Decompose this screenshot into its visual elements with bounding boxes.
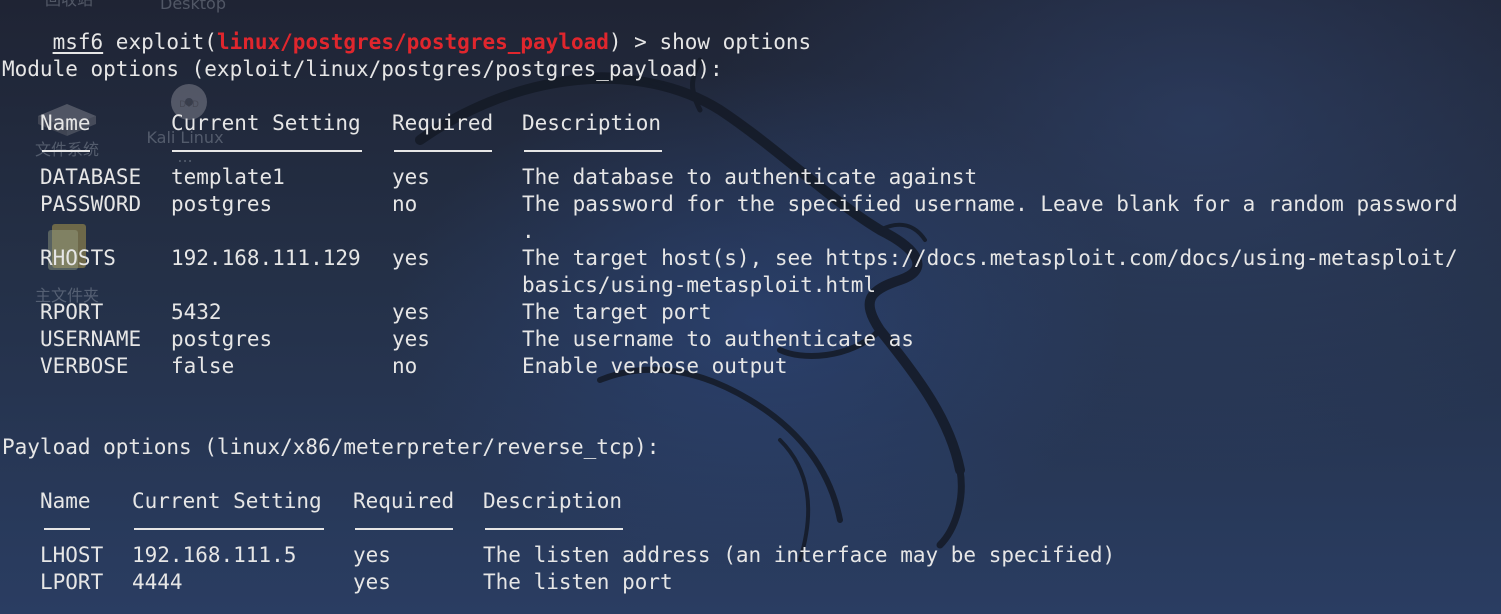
option-name: LPORT <box>40 570 104 594</box>
option-setting: false <box>171 354 235 378</box>
payload-header-rule <box>44 528 90 530</box>
table-row: LHOST 192.168.111.5 yes The listen addre… <box>2 542 1115 569</box>
payload-header-description: Description <box>483 489 623 513</box>
table-row: RPORT 5432 yes The target port <box>2 299 712 326</box>
option-name: LHOST <box>40 543 104 567</box>
option-name: USERNAME <box>40 327 142 351</box>
option-setting: postgres <box>171 192 273 216</box>
module-header-rule <box>394 150 492 152</box>
option-description-wrap: . <box>522 219 535 243</box>
option-required: yes <box>392 246 430 270</box>
module-header-required: Required <box>392 111 494 135</box>
prompt-command: show options <box>659 30 812 54</box>
option-required: yes <box>353 543 391 567</box>
payload-header-rule <box>355 528 453 530</box>
prompt-pre: exploit( <box>103 30 217 54</box>
payload-header-rule <box>485 528 623 530</box>
option-required: no <box>392 354 418 378</box>
option-description: The username to authenticate as <box>522 327 914 351</box>
option-description: The target host(s), see https://docs.met… <box>522 246 1458 270</box>
option-description: The database to authenticate against <box>522 165 978 189</box>
option-setting: postgres <box>171 327 273 351</box>
table-row-continuation: . <box>2 218 535 245</box>
payload-header-required: Required <box>353 489 455 513</box>
option-required: yes <box>392 300 430 324</box>
option-description-wrap: basics/using-metasploit.html <box>522 273 877 297</box>
option-description: The listen address (an interface may be … <box>483 543 1116 567</box>
option-name: VERBOSE <box>40 354 129 378</box>
table-row: LPORT 4444 yes The listen port <box>2 569 673 596</box>
table-row: DATABASE template1 yes The database to a… <box>2 164 977 191</box>
table-row: USERNAME postgres yes The username to au… <box>2 326 914 353</box>
module-header-rule <box>524 150 662 152</box>
option-name: RHOSTS <box>40 246 116 270</box>
module-header-description: Description <box>522 111 662 135</box>
option-setting: template1 <box>171 165 285 189</box>
terminal-output[interactable]: msf6 exploit(linux/postgres/postgres_pay… <box>2 2 1499 612</box>
option-required: yes <box>392 327 430 351</box>
option-description: The listen port <box>483 570 673 594</box>
option-name: DATABASE <box>40 165 142 189</box>
option-name: RPORT <box>40 300 104 324</box>
option-name: PASSWORD <box>40 192 142 216</box>
payload-table-header: Name Current Setting Required Descriptio… <box>2 488 622 515</box>
option-required: yes <box>353 570 391 594</box>
module-header-rule <box>172 150 362 152</box>
option-setting: 192.168.111.129 <box>171 246 361 270</box>
prompt-framework: msf6 <box>52 30 104 54</box>
payload-header-name: Name <box>40 489 91 513</box>
table-row: RHOSTS 192.168.111.129 yes The target ho… <box>2 245 1458 272</box>
prompt-post: ) > <box>608 30 660 54</box>
option-setting: 5432 <box>171 300 222 324</box>
module-options-heading: Module options (exploit/linux/postgres/p… <box>2 57 723 81</box>
option-description: Enable verbose output <box>522 354 788 378</box>
table-row-continuation: basics/using-metasploit.html <box>2 272 876 299</box>
table-row: PASSWORD postgres no The password for th… <box>2 191 1458 218</box>
option-required: no <box>392 192 418 216</box>
option-required: yes <box>392 165 430 189</box>
payload-header-rule <box>134 528 324 530</box>
module-header-rule <box>42 150 90 152</box>
prompt-module: linux/postgres/postgres_payload <box>216 30 609 54</box>
module-header-name: Name <box>40 111 91 135</box>
option-setting: 192.168.111.5 <box>132 543 297 567</box>
table-row: VERBOSE false no Enable verbose output <box>2 353 788 380</box>
payload-options-heading: Payload options (linux/x86/meterpreter/r… <box>2 435 660 459</box>
prompt-line: msf6 exploit(linux/postgres/postgres_pay… <box>2 2 812 54</box>
option-setting: 4444 <box>132 570 183 594</box>
module-header-setting: Current Setting <box>171 111 361 135</box>
module-table-header: Name Current Setting Required Descriptio… <box>2 110 661 137</box>
option-description: The password for the specified username.… <box>522 192 1458 216</box>
payload-header-setting: Current Setting <box>132 489 322 513</box>
option-description: The target port <box>522 300 712 324</box>
